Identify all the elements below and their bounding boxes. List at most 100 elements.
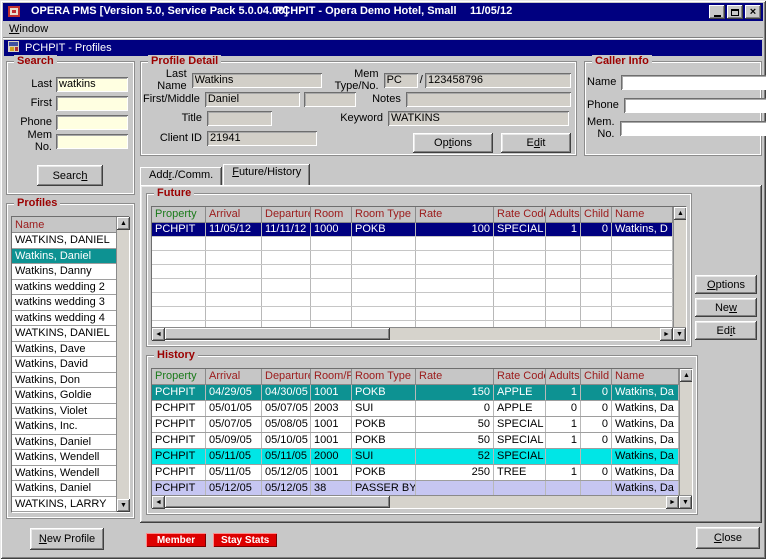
profile-list-item[interactable]: WATKINS, LARRY	[12, 497, 116, 513]
caller-name-input[interactable]	[621, 75, 766, 90]
table-row[interactable]: PCHPIT05/11/0505/11/052000SUI52SPECIALWa…	[152, 449, 679, 465]
new-grid-button[interactable]: New	[695, 298, 757, 317]
table-row[interactable]: PCHPIT05/11/0505/12/051001POKB250TREE10W…	[152, 465, 679, 481]
profile-list-item[interactable]: Watkins, Daniel	[12, 249, 116, 265]
column-header[interactable]: Room Type	[352, 369, 416, 384]
table-row[interactable]	[152, 237, 673, 251]
caller-phone-input[interactable]	[624, 98, 766, 113]
detail-notes[interactable]	[406, 92, 571, 107]
column-header[interactable]: Adults	[546, 207, 581, 222]
column-header[interactable]: Room	[311, 207, 352, 222]
detail-last-name[interactable]	[192, 73, 322, 88]
column-header[interactable]: Departure	[262, 369, 311, 384]
column-header[interactable]: Name	[612, 207, 673, 222]
table-row[interactable]	[152, 279, 673, 293]
scroll-track[interactable]	[674, 220, 686, 327]
table-row[interactable]	[152, 293, 673, 307]
scroll-down-icon[interactable]: ▼	[673, 328, 686, 341]
scroll-right-icon[interactable]: ►	[666, 496, 679, 509]
scroll-thumb[interactable]	[165, 496, 390, 508]
profile-list-item[interactable]: WATKINS, DANIEL	[12, 326, 116, 342]
table-row[interactable]	[152, 251, 673, 265]
detail-title[interactable]	[207, 111, 272, 126]
stay-stats-badge[interactable]: Stay Stats	[213, 533, 277, 547]
search-button[interactable]: Search	[37, 165, 103, 186]
profile-list-item[interactable]: Watkins, Wendell	[12, 466, 116, 482]
member-badge[interactable]: Member	[146, 533, 206, 547]
scroll-track[interactable]	[390, 496, 666, 508]
column-header[interactable]: Room/Fol.	[311, 369, 352, 384]
column-header[interactable]: Child	[581, 207, 612, 222]
column-header[interactable]: Rate	[416, 369, 494, 384]
future-vscrollbar[interactable]: ▲	[673, 207, 686, 327]
scroll-right-icon[interactable]: ►	[660, 328, 673, 341]
profile-list-item[interactable]: watkins wedding 3	[12, 295, 116, 311]
maximize-button[interactable]	[727, 5, 743, 19]
detail-middle-name[interactable]	[304, 92, 356, 107]
scroll-up-icon[interactable]: ▲	[680, 369, 692, 382]
profile-list-item[interactable]: Watkins, Daniel	[12, 481, 116, 497]
column-header[interactable]: Arrival	[206, 207, 262, 222]
profile-list-item[interactable]: Watkins, Danny	[12, 264, 116, 280]
table-row[interactable]	[152, 265, 673, 279]
tab-addr-comm[interactable]: Addr./Comm.	[140, 167, 222, 185]
profile-list-item[interactable]: Watkins, Inc.	[12, 419, 116, 435]
column-header[interactable]: Name	[612, 369, 679, 384]
scroll-track[interactable]	[390, 328, 660, 340]
detail-options-button[interactable]: Options	[413, 133, 493, 153]
phone-input[interactable]	[56, 115, 128, 130]
column-header[interactable]: Adults	[546, 369, 581, 384]
detail-mem-type[interactable]	[384, 73, 418, 88]
mem-no-input[interactable]	[56, 134, 128, 149]
table-row[interactable]: PCHPIT11/05/1211/11/121000POKB100SPECIAL…	[152, 223, 673, 237]
column-header[interactable]: Room Type	[352, 207, 416, 222]
table-row[interactable]: PCHPIT05/12/0505/12/0538PASSER BYWatkins…	[152, 481, 679, 495]
column-header[interactable]: Arrival	[206, 369, 262, 384]
tab-future-history[interactable]: Future/History	[223, 164, 310, 185]
menu-window[interactable]: Window	[9, 23, 48, 35]
table-row[interactable]: PCHPIT05/07/0505/08/051001POKB50SPECIAL1…	[152, 417, 679, 433]
column-header[interactable]: Rate Code	[494, 369, 546, 384]
profiles-scrollbar[interactable]: ▲ ▼	[116, 217, 129, 512]
detail-first-name[interactable]	[205, 92, 300, 107]
column-header[interactable]: Property	[152, 369, 206, 384]
detail-edit-button[interactable]: Edit	[501, 133, 571, 153]
column-header[interactable]: Child	[581, 369, 612, 384]
table-row[interactable]: PCHPIT05/09/0505/10/051001POKB50SPECIAL1…	[152, 433, 679, 449]
scroll-down-icon[interactable]: ▼	[679, 496, 692, 509]
profile-list-item[interactable]: watkins wedding 4	[12, 311, 116, 327]
last-name-input[interactable]	[56, 77, 128, 92]
history-vscrollbar[interactable]: ▲	[679, 369, 692, 495]
profile-list-item[interactable]: Watkins, Don	[12, 373, 116, 389]
caller-mem-no-input[interactable]	[620, 121, 766, 136]
first-name-input[interactable]	[56, 96, 128, 111]
scroll-up-icon[interactable]: ▲	[117, 217, 130, 230]
detail-mem-no[interactable]	[425, 73, 571, 88]
scroll-thumb[interactable]	[165, 328, 390, 340]
detail-keyword[interactable]	[388, 111, 569, 126]
new-profile-button[interactable]: New Profile	[30, 528, 104, 550]
profile-list-item[interactable]: Watkins, Dave	[12, 342, 116, 358]
profile-list-item[interactable]: Watkins, Goldie	[12, 388, 116, 404]
edit-grid-button[interactable]: Edit	[695, 321, 757, 340]
close-button[interactable]: Close	[696, 527, 760, 549]
profile-list-item[interactable]: Watkins, David	[12, 357, 116, 373]
column-header[interactable]: Departure	[262, 207, 311, 222]
scroll-track[interactable]	[680, 382, 692, 495]
profile-list-item[interactable]: Watkins, Daniel	[12, 435, 116, 451]
column-header[interactable]: Property	[152, 207, 206, 222]
detail-client-id[interactable]	[207, 131, 317, 146]
scroll-left-icon[interactable]: ◄	[152, 496, 165, 509]
scroll-down-icon[interactable]: ▼	[117, 499, 130, 512]
close-window-button[interactable]: ×	[745, 5, 761, 19]
scroll-left-icon[interactable]: ◄	[152, 328, 165, 341]
profiles-name-header[interactable]: Name	[12, 217, 116, 233]
future-hscrollbar[interactable]: ◄ ► ▼	[152, 327, 686, 340]
table-row[interactable]	[152, 307, 673, 321]
profile-list-item[interactable]: watkins wedding 2	[12, 280, 116, 296]
column-header[interactable]: Rate	[416, 207, 494, 222]
history-hscrollbar[interactable]: ◄ ► ▼	[152, 495, 692, 508]
table-row[interactable]: PCHPIT04/29/0504/30/051001POKB150APPLE10…	[152, 385, 679, 401]
scroll-up-icon[interactable]: ▲	[674, 207, 686, 220]
scroll-track[interactable]	[117, 230, 129, 499]
